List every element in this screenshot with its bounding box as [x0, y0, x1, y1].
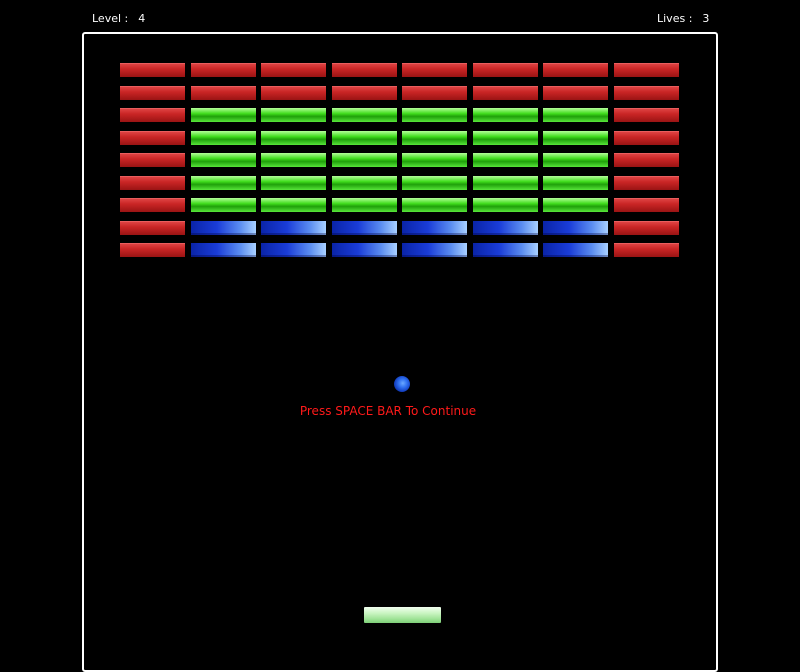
- brick-green: [472, 130, 538, 145]
- brick-blue: [190, 220, 256, 235]
- brick-blue: [402, 220, 467, 235]
- continue-prompt: Press SPACE BAR To Continue: [299, 404, 477, 418]
- brick-green: [261, 175, 326, 190]
- lives-label: Lives :: [657, 12, 693, 25]
- brick-green: [331, 130, 397, 145]
- brick-green: [261, 130, 326, 145]
- brick-red: [331, 63, 397, 77]
- ball: [394, 376, 410, 392]
- brick-green: [190, 130, 256, 145]
- brick-blue: [331, 243, 397, 257]
- brick-red: [472, 85, 538, 100]
- brick-red: [120, 63, 185, 77]
- brick-red: [613, 130, 679, 145]
- brick-red: [331, 85, 397, 100]
- lives-value: 3: [702, 12, 710, 25]
- brick-red: [613, 85, 679, 100]
- brick-red: [120, 243, 185, 257]
- brick-red: [120, 198, 185, 212]
- brick-red: [120, 153, 185, 167]
- brick-blue: [472, 243, 538, 257]
- brick-blue: [261, 220, 326, 235]
- paddle[interactable]: [364, 607, 441, 623]
- brick-blue: [543, 220, 608, 235]
- level-indicator: Level : 4: [92, 12, 145, 25]
- brick-green: [261, 153, 326, 167]
- brick-red: [613, 108, 679, 122]
- brick-green: [331, 153, 397, 167]
- brick-red: [613, 63, 679, 77]
- brick-green: [190, 153, 256, 167]
- brick-red: [613, 243, 679, 257]
- brick-red: [613, 198, 679, 212]
- brick-green: [472, 108, 538, 122]
- lives-indicator: Lives : 3: [657, 12, 709, 25]
- brick-red: [261, 63, 326, 77]
- brick-green: [402, 130, 467, 145]
- brick-red: [120, 130, 185, 145]
- level-value: 4: [138, 12, 146, 25]
- brick-red: [120, 175, 185, 190]
- brick-green: [190, 175, 256, 190]
- brick-green: [190, 198, 256, 212]
- brick-green: [543, 198, 608, 212]
- brick-blue: [331, 220, 397, 235]
- brick-green: [543, 153, 608, 167]
- brick-green: [402, 175, 467, 190]
- brick-grid: [120, 63, 679, 257]
- brick-green: [261, 198, 326, 212]
- brick-green: [543, 108, 608, 122]
- brick-green: [472, 198, 538, 212]
- brick-blue: [543, 243, 608, 257]
- brick-red: [472, 63, 538, 77]
- brick-red: [613, 175, 679, 190]
- brick-green: [543, 130, 608, 145]
- brick-blue: [190, 243, 256, 257]
- brick-green: [331, 175, 397, 190]
- level-label: Level :: [92, 12, 129, 25]
- brick-green: [543, 175, 608, 190]
- brick-red: [402, 63, 467, 77]
- brick-red: [120, 108, 185, 122]
- brick-green: [402, 108, 467, 122]
- brick-green: [331, 198, 397, 212]
- brick-green: [472, 175, 538, 190]
- brick-blue: [402, 243, 467, 257]
- brick-green: [331, 108, 397, 122]
- brick-red: [613, 153, 679, 167]
- brick-red: [190, 63, 256, 77]
- brick-green: [402, 198, 467, 212]
- brick-blue: [261, 243, 326, 257]
- brick-blue: [472, 220, 538, 235]
- brick-green: [402, 153, 467, 167]
- brick-red: [543, 85, 608, 100]
- brick-green: [472, 153, 538, 167]
- brick-green: [190, 108, 256, 122]
- brick-red: [613, 220, 679, 235]
- brick-green: [261, 108, 326, 122]
- brick-red: [402, 85, 467, 100]
- brick-red: [261, 85, 326, 100]
- brick-red: [543, 63, 608, 77]
- brick-red: [120, 85, 185, 100]
- brick-red: [120, 220, 185, 235]
- brick-red: [190, 85, 256, 100]
